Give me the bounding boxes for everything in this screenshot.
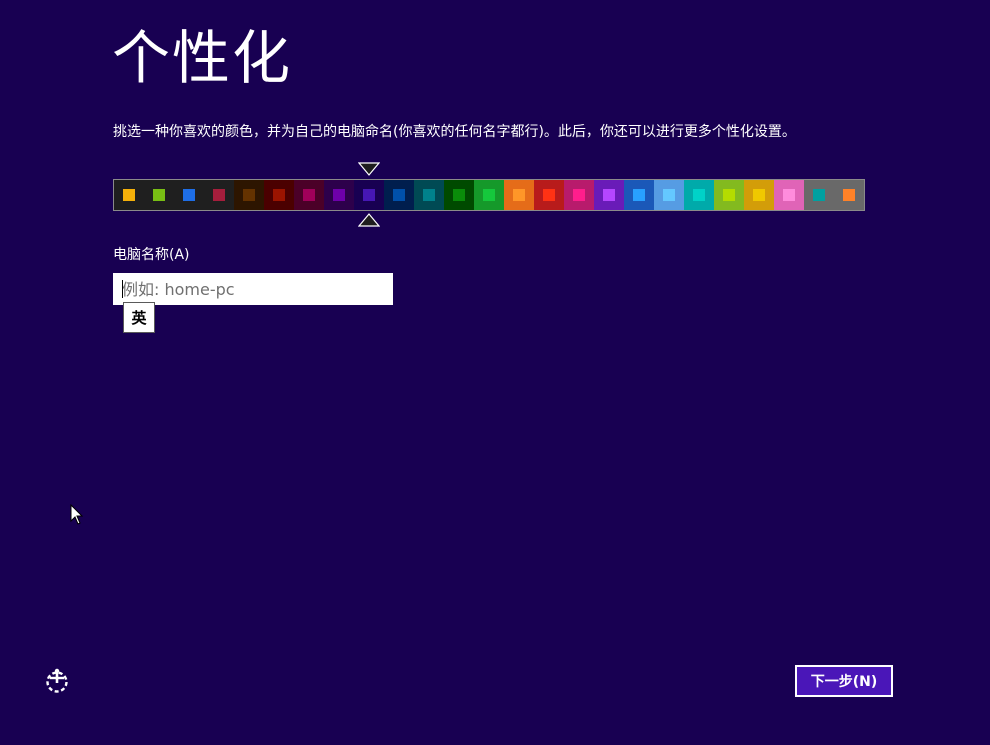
color-swatch-chip — [483, 189, 495, 201]
color-swatch-chip — [723, 189, 735, 201]
color-swatch[interactable] — [414, 180, 444, 210]
color-swatch-chip — [513, 189, 525, 201]
color-swatch[interactable] — [834, 180, 864, 210]
next-button[interactable]: 下一步(N) — [795, 665, 893, 697]
color-swatch-chip — [543, 189, 555, 201]
color-swatch[interactable] — [714, 180, 744, 210]
color-swatch[interactable] — [774, 180, 804, 210]
color-swatch-chip — [303, 189, 315, 201]
color-swatch-chip — [363, 189, 375, 201]
ease-of-access-icon[interactable] — [43, 667, 71, 695]
color-swatch-chip — [393, 189, 405, 201]
selection-marker-bottom-icon — [358, 213, 380, 227]
color-swatch-chip — [573, 189, 585, 201]
color-swatch-chip — [333, 189, 345, 201]
color-swatch-chip — [783, 189, 795, 201]
mouse-pointer-icon — [70, 504, 84, 525]
color-swatch-chip — [753, 189, 765, 201]
color-swatch[interactable] — [294, 180, 324, 210]
text-caret — [122, 280, 123, 298]
color-swatch[interactable] — [624, 180, 654, 210]
color-swatch[interactable] — [654, 180, 684, 210]
ime-mode-indicator[interactable]: 英 — [123, 302, 155, 333]
selection-marker-top-icon — [358, 162, 380, 176]
color-swatch[interactable] — [504, 180, 534, 210]
color-swatch[interactable] — [534, 180, 564, 210]
color-swatch[interactable] — [804, 180, 834, 210]
color-swatch[interactable] — [744, 180, 774, 210]
color-swatch-chip — [123, 189, 135, 201]
color-swatch[interactable] — [564, 180, 594, 210]
color-swatch[interactable] — [204, 180, 234, 210]
color-swatch-chip — [603, 189, 615, 201]
color-swatch[interactable] — [144, 180, 174, 210]
color-palette[interactable] — [113, 179, 865, 211]
color-swatch-chip — [423, 189, 435, 201]
page-title: 个性化 — [112, 24, 293, 92]
computer-name-input[interactable] — [113, 273, 393, 305]
color-swatch[interactable] — [114, 180, 144, 210]
color-swatch-chip — [693, 189, 705, 201]
color-swatch-chip — [453, 189, 465, 201]
color-swatch[interactable] — [354, 180, 384, 210]
color-swatch-chip — [813, 189, 825, 201]
instruction-text: 挑选一种你喜欢的颜色，并为自己的电脑命名(你喜欢的任何名字都行)。此后，你还可以… — [113, 124, 796, 140]
color-swatch[interactable] — [324, 180, 354, 210]
color-swatch-chip — [843, 189, 855, 201]
color-swatch[interactable] — [174, 180, 204, 210]
color-swatch[interactable] — [684, 180, 714, 210]
computer-name-label: 电脑名称(A) — [113, 247, 190, 263]
color-swatch-chip — [213, 189, 225, 201]
color-swatch-chip — [183, 189, 195, 201]
color-swatch-chip — [273, 189, 285, 201]
color-swatch[interactable] — [234, 180, 264, 210]
color-swatch[interactable] — [384, 180, 414, 210]
color-swatch-chip — [153, 189, 165, 201]
color-swatch-chip — [633, 189, 645, 201]
color-swatch[interactable] — [264, 180, 294, 210]
color-swatch-chip — [243, 189, 255, 201]
color-swatch[interactable] — [444, 180, 474, 210]
color-swatch[interactable] — [594, 180, 624, 210]
color-swatch-chip — [663, 189, 675, 201]
color-swatch[interactable] — [474, 180, 504, 210]
